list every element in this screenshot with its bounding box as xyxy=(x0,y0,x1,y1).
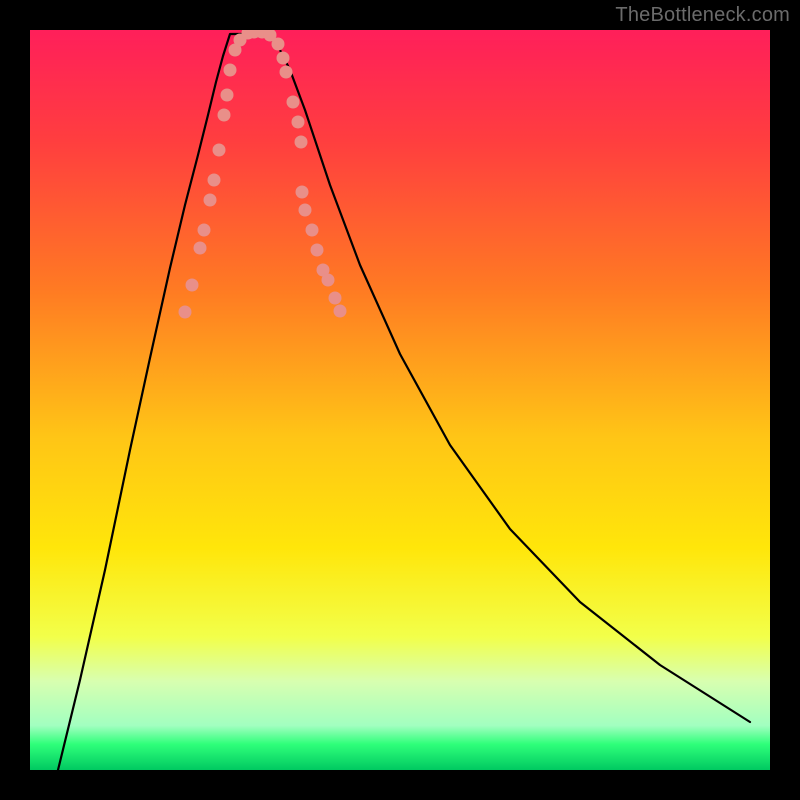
gradient-background xyxy=(30,30,770,770)
watermark-text: TheBottleneck.com xyxy=(615,4,790,27)
chart-stage: TheBottleneck.com xyxy=(0,0,800,800)
plot-area xyxy=(30,30,770,770)
